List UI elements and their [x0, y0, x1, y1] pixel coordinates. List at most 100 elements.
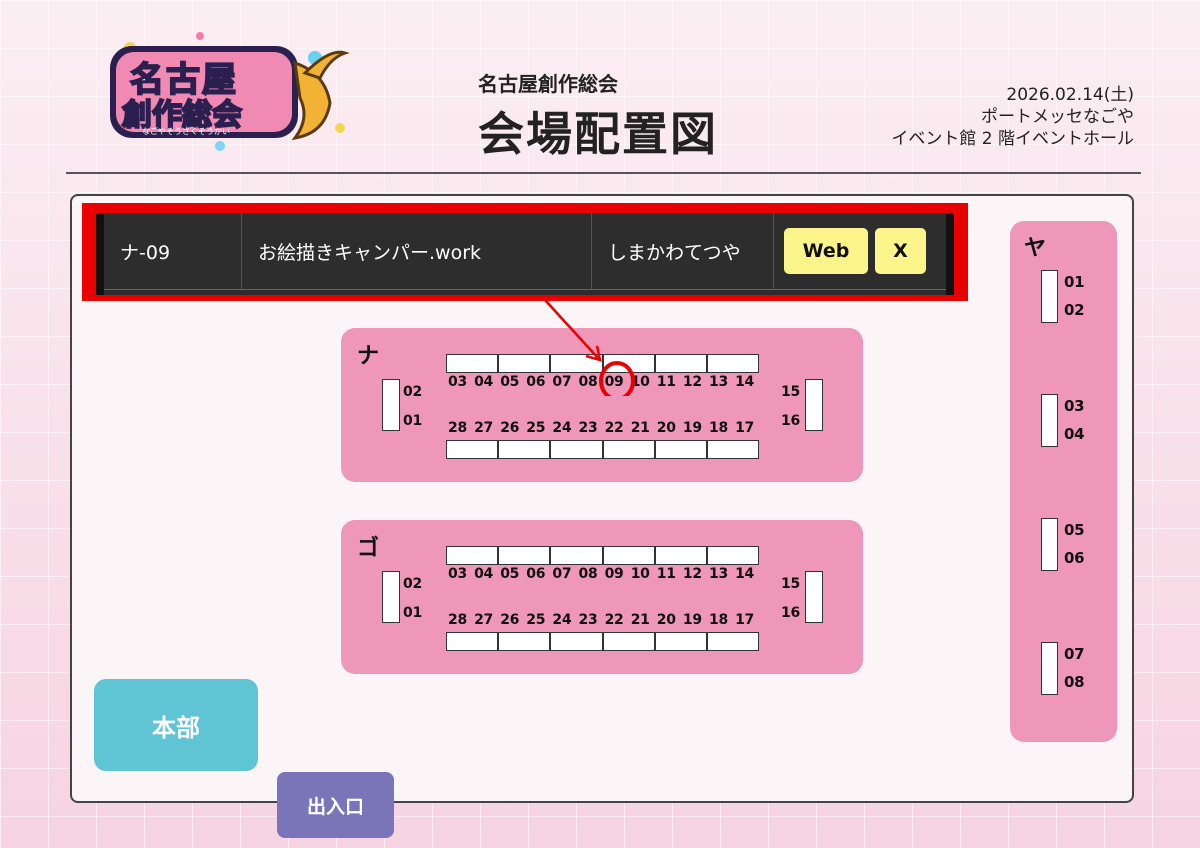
- desk-go-top[interactable]: [498, 546, 551, 565]
- seat-label: 05: [1064, 521, 1085, 539]
- seat-label: 08: [578, 566, 598, 582]
- seat-label: 03: [448, 374, 467, 390]
- desk-go-bottom[interactable]: [498, 632, 551, 651]
- link-buttons: Web X: [774, 213, 946, 289]
- seat-label: 20: [656, 420, 676, 436]
- seat-label: 12: [682, 374, 702, 390]
- desk-na-right[interactable]: [805, 379, 823, 431]
- seat-label: 04: [474, 566, 493, 582]
- seat-label: 03: [1064, 397, 1085, 415]
- desk-ya[interactable]: [1041, 518, 1058, 571]
- seat-label: 09: [604, 566, 624, 582]
- desk-go-top[interactable]: [654, 546, 707, 565]
- desk-go-top[interactable]: [707, 546, 760, 565]
- seat-label: 13: [709, 566, 728, 582]
- desk-go-bottom[interactable]: [602, 632, 655, 651]
- seat-label: 27: [474, 612, 493, 628]
- seat-label: 28: [448, 420, 467, 436]
- block-ya: [1010, 221, 1117, 742]
- desk-na-top[interactable]: [707, 354, 760, 373]
- seat-label: 07: [552, 566, 572, 582]
- seat-label: 14: [735, 566, 754, 582]
- desk-na-bottom[interactable]: [446, 440, 499, 459]
- seat-label: 11: [656, 374, 676, 390]
- seat-label: 11: [656, 566, 676, 582]
- seat-label: 01: [403, 413, 422, 429]
- entrance-label: 出入口: [277, 772, 394, 838]
- logo-tagline: なごやそうさくそうかい: [142, 127, 230, 136]
- desk-go-top[interactable]: [602, 546, 655, 565]
- desk-go-bottom[interactable]: [550, 632, 603, 651]
- author-name: しまかわてつや: [592, 213, 774, 289]
- seat-label: 12: [682, 566, 702, 582]
- desk-na-bottom[interactable]: [654, 440, 707, 459]
- seat-label: 26: [500, 420, 520, 436]
- desk-ya[interactable]: [1041, 394, 1058, 447]
- event-date: 2026.02.14(土): [1006, 85, 1134, 105]
- event-info: 2026.02.14(土) ポートメッセなごや イベント館 2 階イベントホール: [891, 84, 1134, 150]
- seat-label: 21: [630, 612, 650, 628]
- seat-label: 10: [630, 566, 650, 582]
- seat-label: 13: [709, 374, 728, 390]
- annotation-arrow-icon: [544, 299, 635, 396]
- desk-go-right[interactable]: [805, 571, 823, 623]
- seat-label: 01: [403, 605, 422, 621]
- x-link-button[interactable]: X: [875, 228, 926, 274]
- seat-label: 27: [474, 420, 493, 436]
- desk-go-top[interactable]: [550, 546, 603, 565]
- desk-ya[interactable]: [1041, 642, 1058, 695]
- seat-label: 25: [526, 420, 546, 436]
- seat-label: 18: [709, 420, 728, 436]
- seat-label: 20: [656, 612, 676, 628]
- desk-na-top[interactable]: [446, 354, 499, 373]
- space-number: ナ-09: [104, 213, 242, 289]
- desk-go-left[interactable]: [382, 571, 400, 623]
- desk-go-top[interactable]: [446, 546, 499, 565]
- seat-label: 05: [500, 566, 520, 582]
- seat-label: 17: [735, 420, 754, 436]
- web-link-button[interactable]: Web: [784, 228, 868, 274]
- seat-label: 18: [709, 612, 728, 628]
- desk-na-left[interactable]: [382, 379, 400, 431]
- seat-label: 24: [552, 420, 572, 436]
- seat-label: 02: [1064, 301, 1085, 319]
- seat-label: 23: [578, 612, 598, 628]
- event-hall: イベント館 2 階イベントホール: [891, 129, 1134, 149]
- desk-go-bottom[interactable]: [446, 632, 499, 651]
- desk-na-bottom[interactable]: [550, 440, 603, 459]
- seat-label: 25: [526, 612, 546, 628]
- seat-label: 28: [448, 612, 467, 628]
- seat-label: 02: [403, 384, 422, 400]
- desk-go-bottom[interactable]: [654, 632, 707, 651]
- seat-label: 19: [682, 420, 702, 436]
- seat-label: 15: [781, 384, 800, 400]
- block-go-label: ゴ: [357, 536, 380, 561]
- headquarters-button[interactable]: 本部: [94, 679, 258, 771]
- page-title: 会場配置図: [478, 107, 718, 161]
- seat-label: 16: [781, 605, 800, 621]
- circle-name: お絵描きキャンパー.work: [242, 213, 592, 289]
- seat-label: 17: [735, 612, 754, 628]
- row-divider: [104, 289, 946, 290]
- event-venue: ポートメッセなごや: [981, 107, 1134, 127]
- desk-ya[interactable]: [1041, 270, 1058, 323]
- seat-label: 04: [1064, 425, 1085, 443]
- seat-label: 06: [526, 566, 546, 582]
- desk-go-bottom[interactable]: [707, 632, 760, 651]
- seat-label: 16: [781, 413, 800, 429]
- seat-label: 06: [1064, 549, 1085, 567]
- seat-label: 14: [735, 374, 754, 390]
- seat-label: 03: [448, 566, 467, 582]
- block-ya-label: ヤ: [1024, 236, 1047, 261]
- desk-na-bottom[interactable]: [602, 440, 655, 459]
- desk-na-bottom[interactable]: [707, 440, 760, 459]
- seat-label: 23: [578, 420, 598, 436]
- block-na-label: ナ: [357, 344, 380, 369]
- seat-label: 22: [604, 420, 624, 436]
- seat-label: 21: [630, 420, 650, 436]
- event-logo: 名古屋 創作総会 なごやそうさくそうかい: [100, 28, 350, 153]
- desk-na-top[interactable]: [654, 354, 707, 373]
- seat-label: 19: [682, 612, 702, 628]
- seat-label: 01: [1064, 273, 1085, 291]
- desk-na-bottom[interactable]: [498, 440, 551, 459]
